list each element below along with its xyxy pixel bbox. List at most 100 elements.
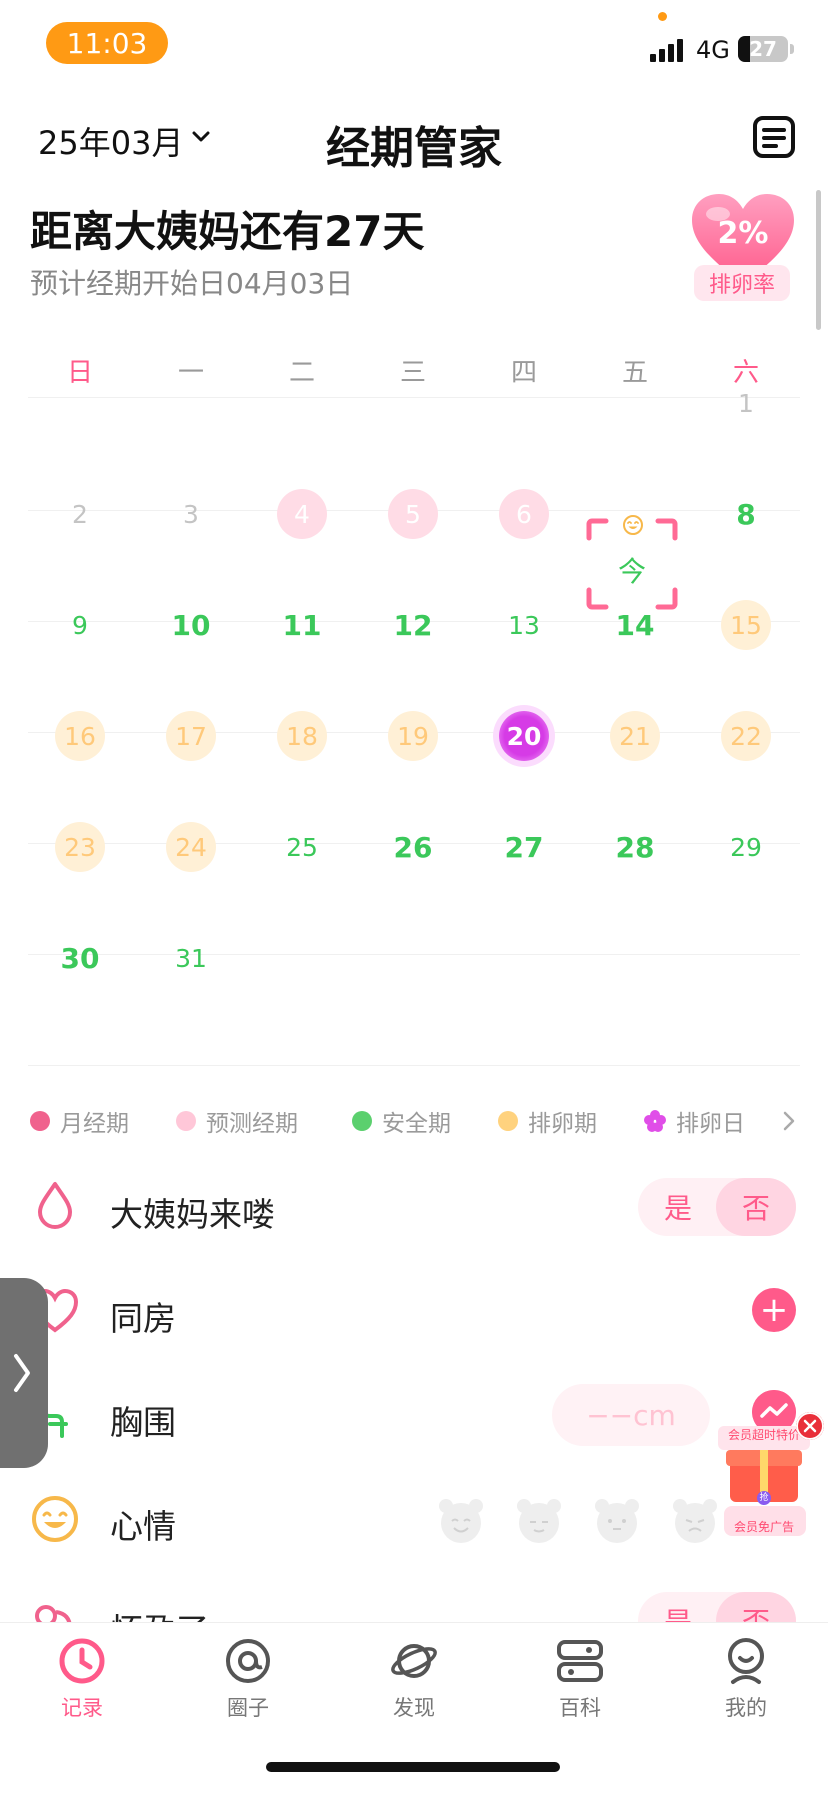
legend-label: 预测经期: [206, 1111, 298, 1137]
calendar-day-number: 18: [277, 711, 327, 761]
mood-row-label: 心情: [110, 1507, 176, 1546]
nav-discover-label: 发现: [393, 1696, 435, 1720]
calendar-day-20[interactable]: 20: [469, 681, 579, 791]
calendar-day-number: 23: [55, 822, 105, 872]
calendar-day-number: 19: [388, 711, 438, 761]
predicted-start: 预计经期开始日04月03日: [30, 267, 354, 300]
ovulation-rate: 2%: [717, 216, 769, 251]
calendar-day-25[interactable]: 25: [247, 792, 357, 902]
legend-label: 排卵日: [676, 1111, 745, 1137]
calendar-day-6[interactable]: 6: [469, 459, 579, 569]
page-title: 经期管家: [326, 123, 502, 174]
calendar-day-1[interactable]: 1: [691, 348, 801, 458]
flower-icon: [644, 1110, 666, 1132]
calendar-day-21[interactable]: 21: [580, 681, 690, 791]
chevron-right-icon: [14, 1354, 30, 1392]
calendar-day-11[interactable]: 11: [247, 570, 357, 680]
nav-circle[interactable]: 圈子: [188, 1636, 308, 1722]
calendar-day-19[interactable]: 19: [358, 681, 468, 791]
home-indicator[interactable]: [266, 1762, 560, 1772]
period-countdown: 距离大姨妈还有27天: [30, 207, 425, 256]
calendar-day-8[interactable]: 8: [691, 459, 801, 569]
notes-icon[interactable]: [752, 115, 796, 159]
calendar-day-16[interactable]: 16: [25, 681, 135, 791]
chevron-right-icon[interactable]: [778, 1110, 800, 1132]
today-label[interactable]: 今: [586, 550, 678, 590]
calendar-day-29[interactable]: 29: [691, 792, 801, 902]
legend-period: 月经期: [30, 1104, 129, 1138]
calendar-day-number: 1: [738, 388, 754, 418]
calendar-day-18[interactable]: 18: [247, 681, 357, 791]
bust-input[interactable]: −−cm: [552, 1384, 710, 1446]
nav-mine[interactable]: 我的: [686, 1636, 806, 1722]
calendar-day-number: 25: [286, 832, 318, 862]
calendar-day-22[interactable]: 22: [691, 681, 801, 791]
nav-record[interactable]: 记录: [22, 1636, 142, 1722]
ad-footer[interactable]: 会员免广告: [712, 1518, 816, 1535]
battery-level: 27: [749, 37, 777, 61]
grid-line: [28, 397, 800, 398]
signal-icon: [650, 39, 683, 62]
calendar-day-number: 13: [508, 610, 540, 640]
profile-icon: [728, 1638, 764, 1684]
nav-wiki[interactable]: 百科: [520, 1636, 640, 1722]
nav-discover[interactable]: 发现: [354, 1636, 474, 1722]
calendar-day-28[interactable]: 28: [580, 792, 690, 902]
calendar-day-5[interactable]: 5: [358, 459, 468, 569]
wiki-icon: [557, 1640, 603, 1682]
legend-ovulation-period: 排卵期: [498, 1104, 597, 1138]
calendar-day-number: 20: [499, 711, 549, 761]
calendar-day-31[interactable]: 31: [136, 903, 246, 1013]
scrollbar[interactable]: [816, 190, 821, 330]
calendar-day-9[interactable]: 9: [25, 570, 135, 680]
calendar-day-12[interactable]: 12: [358, 570, 468, 680]
legend-ovulation-day: 排卵日: [644, 1104, 745, 1138]
calendar-day-3[interactable]: 3: [136, 459, 246, 569]
calendar-day-number: 21: [610, 711, 660, 761]
calendar-day-4[interactable]: 4: [247, 459, 357, 569]
calendar-day-number: 17: [166, 711, 216, 761]
calendar-day-number: 26: [393, 830, 433, 864]
calendar-day-number: 8: [736, 497, 756, 531]
calendar-day-27[interactable]: 27: [469, 792, 579, 902]
battery-icon: 27: [738, 36, 788, 62]
ovulation-rate-label: 排卵率: [694, 265, 790, 301]
mood-shy-icon[interactable]: [514, 1496, 564, 1546]
add-intimacy-button[interactable]: +: [752, 1288, 796, 1332]
period-toggle[interactable]: 是 否: [638, 1178, 796, 1236]
calendar-day-15[interactable]: 15: [691, 570, 801, 680]
calendar-day-30[interactable]: 30: [25, 903, 135, 1013]
legend-label: 排卵期: [528, 1111, 597, 1137]
calendar-day-23[interactable]: 23: [25, 792, 135, 902]
period-no-button[interactable]: 否: [716, 1178, 796, 1236]
calendar-day-number: 15: [721, 600, 771, 650]
mood-happy-icon[interactable]: [436, 1496, 486, 1546]
weekday-fri: 五: [621, 358, 648, 388]
legend-swatch: [30, 1111, 50, 1131]
period-yes-button[interactable]: 是: [638, 1178, 718, 1236]
period-row-label: 大姨妈来喽: [110, 1195, 275, 1234]
calendar-day-26[interactable]: 26: [358, 792, 468, 902]
side-drawer-handle[interactable]: [0, 1278, 48, 1468]
calendar-day-24[interactable]: 24: [136, 792, 246, 902]
legend-label: 安全期: [382, 1111, 451, 1137]
calendar-day-number: 16: [55, 711, 105, 761]
calendar-day-2[interactable]: 2: [25, 459, 135, 569]
smiley-face-icon: [623, 515, 643, 535]
calendar-day-17[interactable]: 17: [136, 681, 246, 791]
calendar-day-number: 11: [282, 608, 322, 642]
calendar-day-number: 5: [388, 489, 438, 539]
calendar-day-number: 22: [721, 711, 771, 761]
close-icon[interactable]: [796, 1412, 824, 1440]
legend-predicted: 预测经期: [176, 1104, 298, 1138]
calendar-day-10[interactable]: 10: [136, 570, 246, 680]
legend-safe: 安全期: [352, 1104, 451, 1138]
drop-icon: [38, 1182, 72, 1229]
weekday-wed: 三: [399, 358, 426, 388]
nav-circle-label: 圈子: [227, 1696, 269, 1720]
legend-swatch: [352, 1111, 372, 1131]
mood-calm-icon[interactable]: [592, 1496, 642, 1546]
community-icon: [226, 1639, 270, 1683]
calendar-day-13[interactable]: 13: [469, 570, 579, 680]
calendar-day-number: 31: [175, 943, 207, 973]
